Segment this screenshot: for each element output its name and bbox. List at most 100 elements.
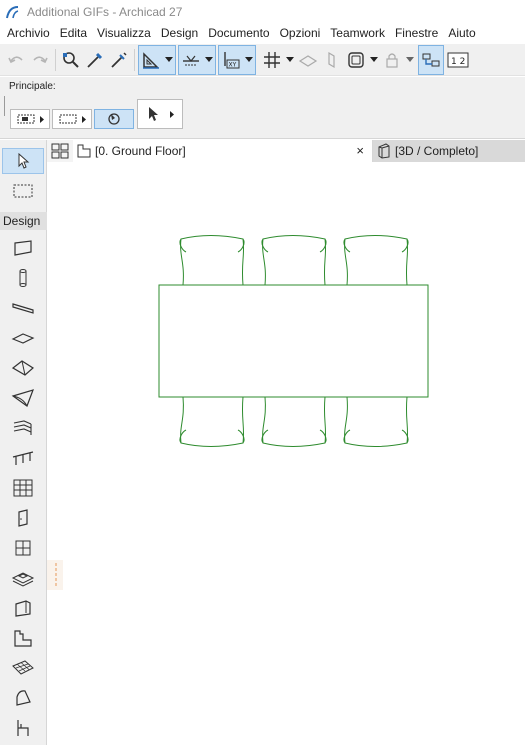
tab-3d-view[interactable]: [3D / Completo]	[373, 140, 525, 162]
arrow-right-icon	[170, 110, 174, 118]
svg-text:XY: XY	[229, 61, 237, 68]
xy-coordinate-icon: XY	[224, 51, 240, 68]
layout-mode-button[interactable]	[419, 47, 443, 73]
grid-snap-button[interactable]	[260, 47, 284, 73]
mesh-tool[interactable]	[2, 655, 44, 681]
story-button[interactable]: 1 2	[446, 47, 470, 73]
menu-archivio[interactable]: Archivio	[0, 26, 55, 40]
undo-button[interactable]	[4, 47, 28, 73]
tab-floor-plan-label: [0. Ground Floor]	[95, 144, 186, 158]
tab-overview-button[interactable]	[50, 142, 70, 160]
window-tool[interactable]	[2, 535, 44, 561]
snap-guides-dropdown[interactable]	[163, 47, 175, 73]
wall-tool[interactable]	[2, 235, 44, 261]
window-icon	[15, 540, 31, 556]
menu-visualizza[interactable]: Visualizza	[92, 26, 156, 40]
railing-tool[interactable]	[2, 445, 44, 471]
menu-finestre[interactable]: Finestre	[390, 26, 443, 40]
tab-3d-view-label: [3D / Completo]	[395, 144, 479, 158]
coordinates-button[interactable]: XY	[219, 47, 243, 73]
shell-tool[interactable]	[2, 385, 44, 411]
column-tool[interactable]	[2, 265, 44, 291]
archicad-logo-icon	[6, 6, 19, 19]
stair-tool[interactable]	[2, 415, 44, 441]
snap-points-dropdown[interactable]	[203, 47, 215, 73]
skylight-icon	[11, 572, 35, 587]
menu-teamwork[interactable]: Teamwork	[325, 26, 390, 40]
lock-button[interactable]	[380, 47, 404, 73]
chair-bottom-right[interactable]	[343, 396, 409, 447]
infobox-divider	[4, 96, 5, 116]
dropdown-arrow-icon	[205, 57, 213, 62]
object-icon	[14, 630, 32, 647]
menu-opzioni[interactable]: Opzioni	[275, 26, 326, 40]
menu-design[interactable]: Design	[156, 26, 203, 40]
edit-plane-button[interactable]	[320, 47, 344, 73]
wall-end-icon	[15, 600, 31, 617]
view-window-button[interactable]	[344, 47, 368, 73]
toolbar-separator	[134, 48, 135, 71]
layout-mode-icon	[422, 53, 440, 66]
chair-bottom-left[interactable]	[179, 396, 245, 447]
chair-top-left[interactable]	[179, 235, 245, 286]
standard-toolbar: XY 1 2	[0, 44, 525, 76]
grid-snap-dropdown[interactable]	[284, 47, 296, 73]
plane-button[interactable]	[296, 47, 320, 73]
coordinates-group: XY	[218, 44, 256, 75]
eyedropper-icon	[87, 52, 103, 68]
arrow-tool-options-button[interactable]	[137, 99, 183, 129]
marquee-method-button[interactable]	[52, 109, 92, 129]
partial-selection-icon	[17, 114, 35, 124]
curtain-wall-tool[interactable]	[2, 475, 44, 501]
wall-end-tool[interactable]	[2, 595, 44, 621]
slab-tool[interactable]	[2, 325, 44, 351]
marquee-tool[interactable]	[2, 178, 44, 204]
slab-icon	[11, 333, 35, 344]
title-bar: Additional GIFs - Archicad 27	[0, 0, 525, 24]
menu-edita[interactable]: Edita	[55, 26, 92, 40]
tracker-marker	[47, 560, 63, 590]
story-icon: 1 2	[447, 52, 469, 67]
object-tool[interactable]	[2, 625, 44, 651]
plane-icon	[298, 54, 318, 67]
tab-close-icon[interactable]: ×	[356, 143, 364, 158]
redo-button[interactable]	[28, 47, 52, 73]
view-window-dropdown[interactable]	[368, 47, 380, 73]
find-select-icon	[63, 51, 79, 68]
chair-top-center[interactable]	[261, 235, 327, 286]
story-label: 1 2	[451, 57, 465, 67]
dropdown-arrow-icon	[406, 57, 414, 62]
door-tool[interactable]	[2, 505, 44, 531]
find-select-button[interactable]	[59, 47, 83, 73]
chair-top-right[interactable]	[343, 235, 409, 286]
dropdown-arrow-icon	[245, 57, 253, 62]
menu-aiuto[interactable]: Aiuto	[443, 26, 480, 40]
beam-tool[interactable]	[2, 295, 44, 321]
toolbox-section-design[interactable]: Design	[0, 212, 47, 230]
chair-object-tool[interactable]	[2, 715, 44, 741]
railing-icon	[12, 451, 34, 465]
tab-floor-plan[interactable]: [0. Ground Floor] ×	[73, 140, 373, 162]
arrow-tool[interactable]	[2, 148, 44, 174]
skylight-tool[interactable]	[2, 565, 44, 591]
wall-icon	[14, 240, 32, 256]
chair-bottom-center[interactable]	[261, 396, 327, 447]
snap-points-button[interactable]	[179, 47, 203, 73]
roof-tool[interactable]	[2, 355, 44, 381]
eyedropper-button[interactable]	[83, 47, 107, 73]
dining-table[interactable]	[158, 284, 429, 398]
selection-method-button[interactable]	[10, 109, 50, 129]
coordinates-dropdown[interactable]	[243, 47, 255, 73]
curtain-wall-icon	[13, 479, 33, 497]
lock-dropdown[interactable]	[404, 47, 416, 73]
cursor-arrow-icon	[149, 107, 158, 121]
menu-documento[interactable]: Documento	[203, 26, 274, 40]
magic-wand-button[interactable]	[94, 109, 134, 129]
cursor-arrow-icon	[18, 153, 30, 169]
snap-guides-button[interactable]	[139, 47, 163, 73]
menu-bar: Archivio Edita Visualizza Design Documen…	[0, 24, 525, 42]
morph-tool[interactable]	[2, 685, 44, 711]
triangle-ruler-icon	[143, 51, 159, 69]
syringe-button[interactable]	[107, 47, 131, 73]
floor-plan-canvas[interactable]	[47, 162, 525, 745]
